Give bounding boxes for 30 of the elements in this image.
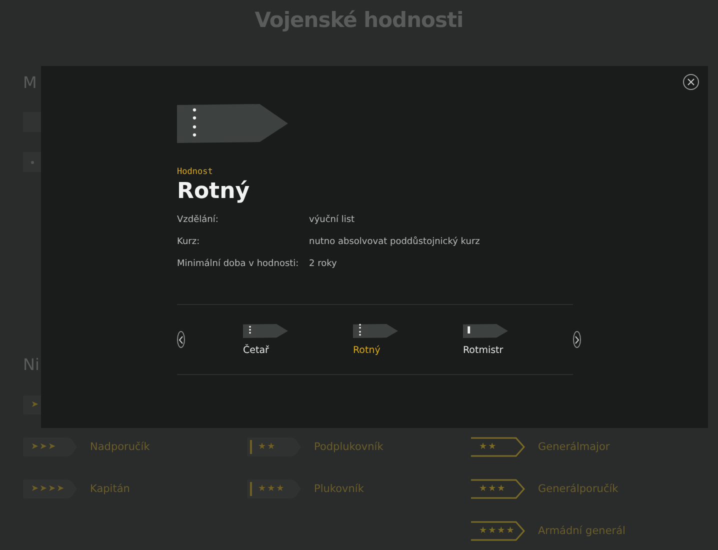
rank-name: Generálporučík — [538, 483, 618, 495]
detail-label: Minimální doba v hodnosti: — [177, 258, 300, 271]
chevron-left-icon — [178, 336, 184, 344]
detail-value: výuční list — [309, 214, 356, 227]
rank-title: Rotný — [177, 179, 250, 204]
insignia-marks: •••• — [190, 106, 199, 140]
insignia-marks: ➤ — [31, 400, 40, 410]
insignia-marks: ➤➤➤➤ — [31, 484, 66, 494]
eyebrow-label: Hodnost — [177, 167, 213, 177]
insignia-marks: ★★★ — [258, 484, 286, 494]
rank-name: Generálmajor — [538, 441, 610, 453]
detail-value: nutno absolvovat poddůstojnický kurz — [309, 236, 481, 249]
insignia-marks: ➤➤➤ — [31, 442, 57, 452]
rank-name: Armádní generál — [538, 525, 626, 537]
rank-name: Podplukovník — [314, 441, 384, 453]
rank-name: Nadporučík — [90, 441, 150, 453]
rank-name: Kapitán — [90, 483, 130, 495]
insignia-marks: ★★★★ — [479, 526, 516, 536]
insignia-marks: ★★★ — [479, 484, 506, 494]
close-icon — [687, 78, 695, 86]
insignia-marks: ★★ — [258, 442, 276, 452]
close-button[interactable] — [683, 74, 699, 90]
next-button[interactable] — [573, 331, 581, 348]
detail-label: Kurz: — [177, 236, 201, 249]
detail-label: Vzdělání: — [177, 214, 220, 227]
rank-name: Plukovník — [314, 483, 364, 495]
previous-button[interactable] — [177, 331, 185, 348]
chevron-right-icon — [574, 336, 580, 344]
detail-value: 2 roky — [309, 258, 338, 271]
insignia-marks: ★★ — [479, 442, 498, 452]
